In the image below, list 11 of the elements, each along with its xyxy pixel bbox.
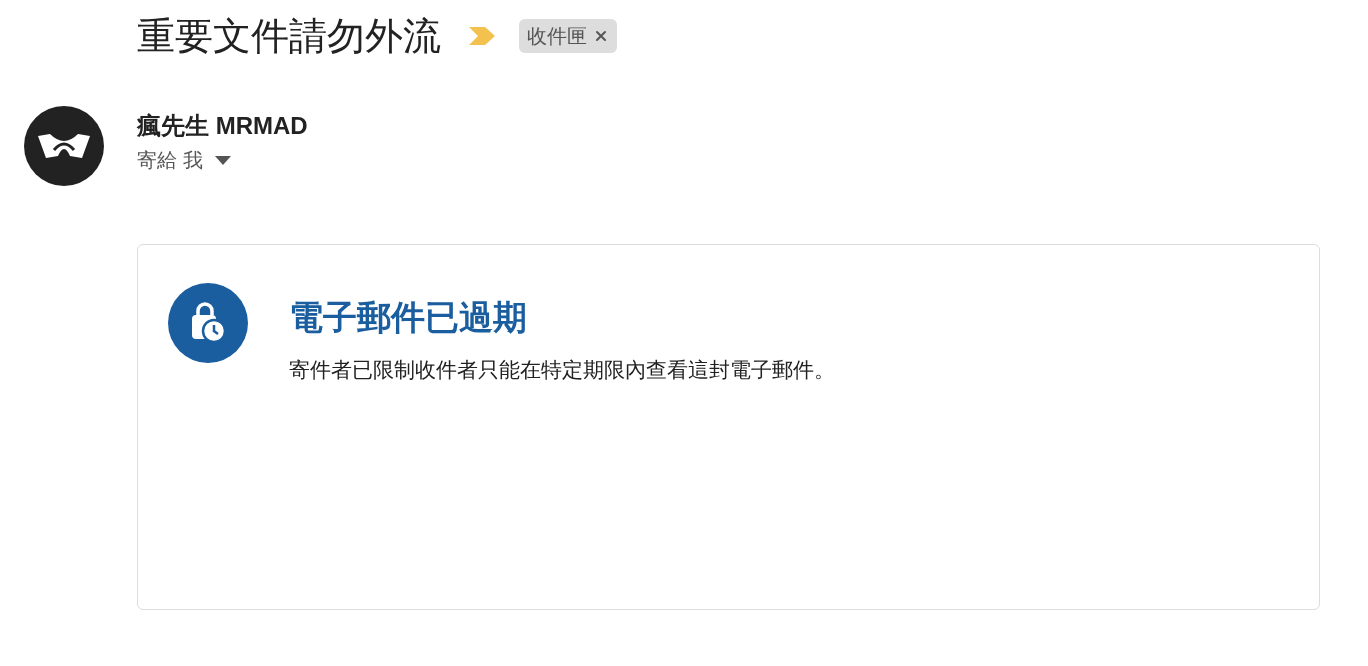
label-text: 收件匣 [527, 24, 587, 49]
notice-body: 寄件者已限制收件者只能在特定期限內查看這封電子郵件。 [289, 357, 835, 383]
recipient-text: 寄給 我 [137, 148, 203, 173]
dropdown-caret-icon[interactable] [214, 155, 231, 165]
sender-name: 瘋先生 MRMAD [137, 111, 308, 141]
email-subject: 重要文件請勿外流 [137, 14, 441, 59]
importance-marker-icon[interactable] [469, 27, 495, 45]
avatar-icon [24, 106, 104, 186]
lock-clock-icon [168, 283, 248, 363]
close-icon[interactable] [593, 28, 609, 44]
notice-title: 電子郵件已過期 [289, 297, 528, 338]
